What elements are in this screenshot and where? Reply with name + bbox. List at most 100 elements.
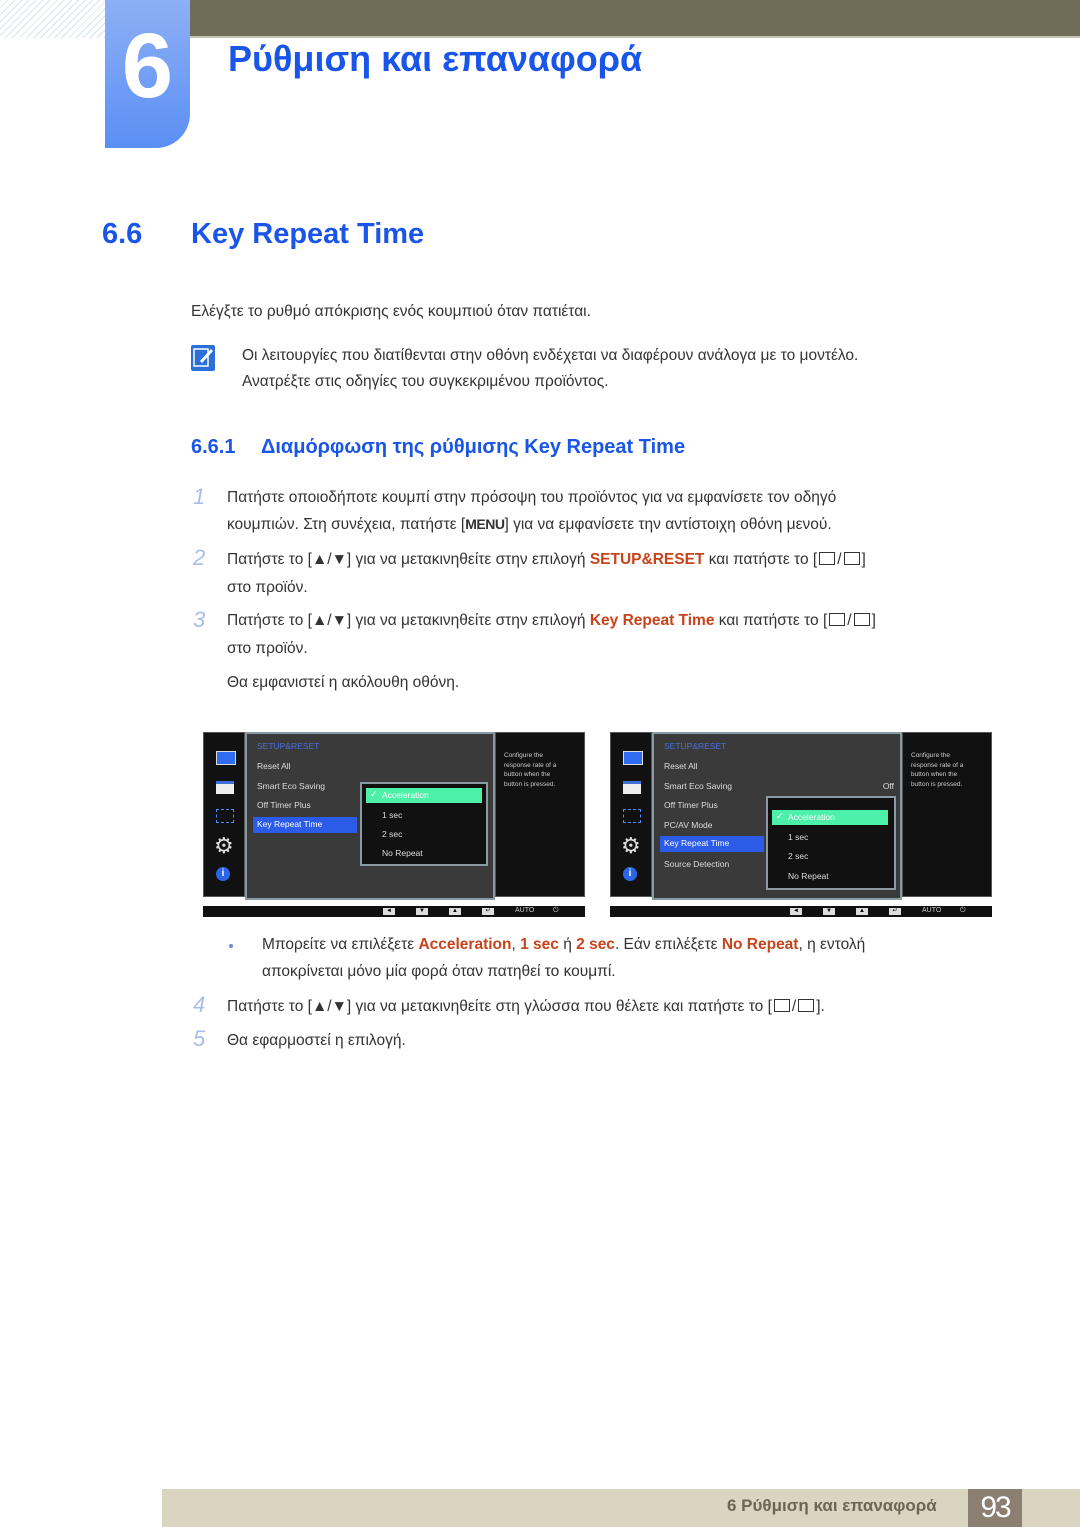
osd-button-bar: ◄ ▼ ▲ ↵ AUTO ⏻ — [203, 906, 585, 917]
osd-icon-sidebar: ⚙ i — [610, 732, 652, 897]
note-line-2: Ανατρέξτε στις οδηγίες του συγκεκριμένου… — [242, 373, 609, 390]
osd-menu-title: SETUP&RESET — [664, 741, 727, 751]
header-bar — [190, 0, 1080, 36]
osd-description: Configure the response rate of a button … — [504, 751, 582, 789]
highlight-acceleration: Acceleration — [418, 936, 512, 953]
desc-line: button is pressed. — [911, 780, 963, 788]
osd-option[interactable]: 1 sec — [382, 810, 402, 820]
desc-line: response rate of a — [504, 761, 557, 769]
text: κουμπιών. Στη συνέχεια, πατήστε [ — [227, 516, 466, 533]
bullet-line-1: Μπορείτε να επιλέξετε Acceleration, 1 se… — [262, 936, 865, 954]
gear-icon: ⚙ — [621, 833, 641, 858]
text: , — [511, 936, 521, 953]
text: . Εάν επιλέξετε — [614, 936, 722, 953]
osd-menu-title: SETUP&RESET — [257, 741, 320, 751]
section-title: Key Repeat Time — [191, 218, 425, 250]
subsection-number: 6.6.1 — [191, 436, 236, 458]
step-4-line: Πατήστε το [▲/▼] για να μετακινηθείτε στ… — [227, 998, 825, 1015]
header-hatch-pattern — [0, 0, 105, 38]
step-3-line-1: Πατήστε το [▲/▼] για να μετακινηθείτε στ… — [227, 612, 876, 629]
bullet-line-2: αποκρίνεται μόνο μία φορά όταν πατηθεί τ… — [262, 963, 616, 980]
step-2-line-1: Πατήστε το [▲/▼] για να μετακινηθείτε στ… — [227, 551, 866, 568]
footer-bar — [162, 1489, 1080, 1527]
up-arrow-button-icon[interactable]: ▲ — [449, 908, 461, 915]
osd-main-menu: SETUP&RESET Reset All Smart Eco Saving O… — [652, 732, 902, 900]
step-1-line-1: Πατήστε οποιοδήποτε κουμπί στην πρόσοψη … — [227, 489, 837, 506]
osd-option[interactable]: No Repeat — [382, 848, 423, 858]
osd-options-popup: ✓ Acceleration 1 sec 2 sec No Repeat — [360, 782, 488, 866]
osd-menu-item[interactable]: Off Timer Plus — [257, 800, 311, 810]
check-icon: ✓ — [370, 789, 378, 799]
step-number-4: 4 — [193, 992, 206, 1017]
osd-button-bar: ◄ ▼ ▲ ↵ AUTO ⏻ — [610, 906, 992, 917]
text: ή — [558, 936, 577, 953]
osd-menu-item-selected[interactable]: Key Repeat Time — [253, 817, 357, 833]
enter-button-icon[interactable]: ↵ — [482, 908, 494, 915]
power-icon[interactable]: ⏻ — [960, 907, 966, 915]
down-arrow-button-icon[interactable]: ▼ — [416, 908, 428, 915]
osd-menu-item-selected[interactable]: Key Repeat Time — [660, 836, 764, 852]
osd-description: Configure the response rate of a button … — [911, 751, 989, 789]
osd-menu-item[interactable]: Off Timer Plus — [664, 800, 718, 810]
text: Πατήστε το [▲/▼] για να μετακινηθείτε στ… — [227, 612, 590, 629]
step-number-1: 1 — [193, 484, 206, 509]
osd-description-panel: Configure the response rate of a button … — [902, 732, 992, 897]
osd-main-menu: SETUP&RESET Reset All Smart Eco Saving O… — [245, 732, 495, 900]
step-3-line-3: Θα εμφανιστεί η ακόλουθη οθόνη. — [227, 674, 460, 691]
text: ] για να εμφανίσετε την αντίστοιχη οθόνη… — [504, 516, 832, 533]
osd-option-selected[interactable]: ✓ Acceleration — [772, 810, 888, 825]
text: Πατήστε το [▲/▼] για να μετακινηθείτε στ… — [227, 998, 772, 1015]
text: , η εντολή — [798, 936, 866, 953]
step-number-3: 3 — [193, 607, 206, 632]
osd-option[interactable]: No Repeat — [788, 871, 829, 881]
text: ]. — [816, 998, 825, 1015]
osd-menu-item[interactable]: Source Detection — [664, 859, 729, 869]
position-size-icon — [623, 809, 641, 823]
option-label: Acceleration — [382, 790, 429, 800]
osd-option[interactable]: 2 sec — [788, 851, 808, 861]
page-number: 93 — [968, 1489, 1022, 1527]
info-icon: i — [623, 867, 637, 881]
source-button-icon — [773, 999, 790, 1012]
text: και πατήστε το [ — [704, 551, 818, 568]
power-icon[interactable]: ⏻ — [553, 907, 559, 915]
smart-eco-value: Off — [882, 781, 894, 791]
up-arrow-button-icon[interactable]: ▲ — [856, 908, 868, 915]
step-3-line-2: στο προϊόν. — [227, 640, 308, 657]
auto-button[interactable]: AUTO — [922, 907, 941, 914]
option-label: Acceleration — [788, 812, 835, 822]
enter-button-icon[interactable]: ↵ — [889, 908, 901, 915]
osd-menu-item[interactable]: Reset All — [257, 761, 291, 771]
subsection-title: Διαμόρφωση της ρύθμισης Key Repeat Time — [261, 436, 686, 458]
desc-line: button is pressed. — [504, 780, 556, 788]
desc-line: button when the — [504, 771, 551, 778]
onscreen-display-icon — [216, 781, 234, 794]
osd-option[interactable]: 2 sec — [382, 829, 402, 839]
position-size-icon — [216, 809, 234, 823]
highlight-2-sec: 2 sec — [576, 936, 615, 953]
enter-button-icon — [843, 552, 860, 565]
chapter-number-tab: 6 — [105, 0, 190, 148]
osd-option-selected[interactable]: ✓ Acceleration — [366, 788, 482, 803]
left-arrow-button-icon[interactable]: ◄ — [383, 908, 395, 915]
osd-menu-item[interactable]: Reset All — [664, 761, 698, 771]
desc-line: Configure the — [504, 752, 544, 759]
osd-menu-item[interactable]: Smart Eco Saving — [664, 781, 732, 791]
auto-button[interactable]: AUTO — [515, 907, 534, 914]
down-arrow-button-icon[interactable]: ▼ — [823, 908, 835, 915]
osd-icon-sidebar: ⚙ i — [203, 732, 245, 897]
osd-menu-item[interactable]: PC/AV Mode — [664, 820, 713, 830]
gear-icon: ⚙ — [214, 833, 234, 858]
footer-chapter-title: 6 Ρύθμιση και επαναφορά — [727, 1496, 937, 1515]
bullet-icon — [229, 944, 233, 948]
text: Μπορείτε να επιλέξετε — [262, 936, 419, 953]
step-number-2: 2 — [193, 545, 206, 570]
text: και πατήστε το [ — [714, 612, 828, 629]
section-number: 6.6 — [102, 218, 143, 250]
osd-option[interactable]: 1 sec — [788, 832, 808, 842]
left-arrow-button-icon[interactable]: ◄ — [790, 908, 802, 915]
osd-menu-item[interactable]: Smart Eco Saving — [257, 781, 325, 791]
info-icon: i — [216, 867, 230, 881]
menu-key-label: MENU — [465, 516, 505, 532]
step-number-5: 5 — [193, 1026, 206, 1051]
